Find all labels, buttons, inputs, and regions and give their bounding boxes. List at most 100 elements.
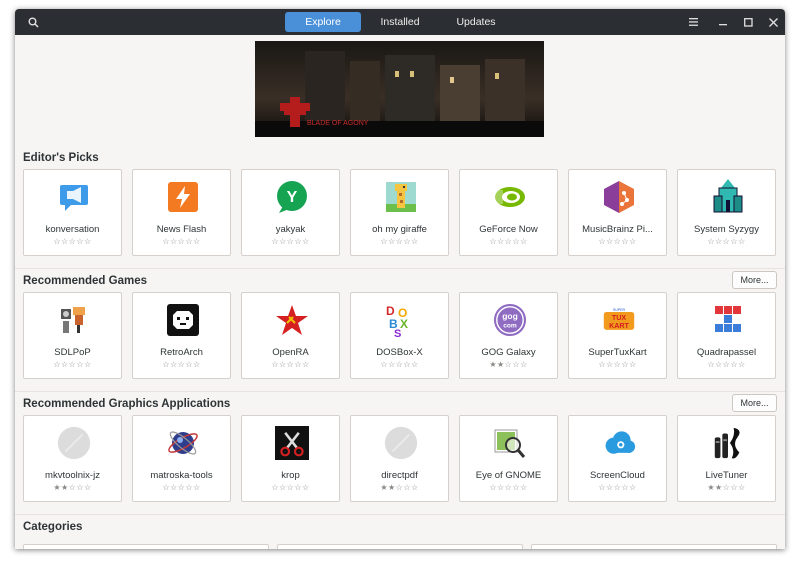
category-card[interactable] (277, 544, 523, 549)
rating-stars: ☆☆☆☆☆ (162, 360, 201, 369)
banner-logo-text: BLADE OF AGONY (307, 120, 369, 127)
maximize-icon[interactable] (740, 9, 756, 35)
placeholder-app-icon (57, 426, 91, 460)
section-divider (15, 268, 785, 269)
category-card[interactable] (531, 544, 777, 549)
svg-text:KART: KART (609, 322, 629, 330)
nvidia-icon (493, 180, 527, 214)
app-name: MusicBrainz Pi... (582, 224, 653, 235)
explore-page: BLADE OF AGONY Editor's Picks konversati… (15, 35, 785, 549)
app-name: krop (281, 470, 300, 481)
app-card-retroarch[interactable]: RetroArch ☆☆☆☆☆ (132, 292, 231, 379)
rating-stars: ★★☆☆☆ (380, 483, 419, 492)
search-icon[interactable] (23, 9, 43, 35)
app-name: konversation (45, 224, 100, 235)
app-name: Eye of GNOME (475, 470, 542, 481)
app-card-krop[interactable]: krop ☆☆☆☆☆ (241, 415, 340, 502)
rating-stars: ★★☆☆☆ (489, 360, 528, 369)
tab-updates[interactable]: Updates (439, 12, 513, 32)
section-title-editors-picks: Editor's Picks (23, 152, 99, 164)
app-card-konversation[interactable]: konversation ☆☆☆☆☆ (23, 169, 122, 256)
featured-banner[interactable]: BLADE OF AGONY (255, 41, 544, 137)
app-name: OpenRA (272, 347, 309, 358)
app-card-quadrapassel[interactable]: Quadrapassel ☆☆☆☆☆ (677, 292, 776, 379)
minimize-icon[interactable] (715, 9, 731, 35)
system-syzygy-icon (711, 179, 745, 214)
quadrapassel-icon (711, 303, 745, 337)
app-card-yakyak[interactable]: Y yakyak ☆☆☆☆☆ (241, 169, 340, 256)
app-name: RetroArch (160, 347, 203, 358)
rating-stars: ★★☆☆☆ (707, 483, 746, 492)
tab-explore[interactable]: Explore (285, 12, 361, 32)
app-name: yakyak (275, 224, 306, 235)
menu-icon[interactable] (685, 9, 701, 35)
app-card-eye-of-gnome[interactable]: Eye of GNOME ☆☆☆☆☆ (459, 415, 558, 502)
app-name: ScreenCloud (590, 470, 645, 481)
krop-icon (275, 426, 309, 460)
svg-text:com: com (503, 323, 517, 330)
svg-text:SUPER: SUPER (613, 308, 626, 312)
rating-stars: ★★☆☆☆ (53, 483, 92, 492)
app-card-livetuner[interactable]: LiveTuner ★★☆☆☆ (677, 415, 776, 502)
app-card-mkvtoolnix-jz[interactable]: mkvtoolnix-jz ★★☆☆☆ (23, 415, 122, 502)
app-name: oh my giraffe (372, 224, 427, 235)
svg-text:gog: gog (502, 311, 518, 321)
rating-stars: ☆☆☆☆☆ (707, 360, 746, 369)
rating-stars: ☆☆☆☆☆ (162, 483, 201, 492)
app-card-musicbrainz-picard[interactable]: MusicBrainz Pi... ☆☆☆☆☆ (568, 169, 667, 256)
rating-stars: ☆☆☆☆☆ (53, 237, 92, 246)
rating-stars: ☆☆☆☆☆ (162, 237, 201, 246)
sdlpop-icon (57, 303, 91, 337)
rating-stars: ☆☆☆☆☆ (271, 360, 310, 369)
rating-stars: ☆☆☆☆☆ (489, 483, 528, 492)
retroarch-icon (166, 303, 200, 337)
section-divider (15, 391, 785, 392)
close-icon[interactable] (765, 9, 781, 35)
rating-stars: ☆☆☆☆☆ (598, 237, 637, 246)
screencloud-icon (602, 426, 636, 460)
rating-stars: ☆☆☆☆☆ (380, 360, 419, 369)
header-bar: Explore Installed Updates (15, 9, 785, 35)
category-card[interactable] (23, 544, 269, 549)
section-divider (15, 514, 785, 515)
placeholder-app-icon (384, 426, 418, 460)
tab-installed[interactable]: Installed (363, 12, 437, 32)
app-name: Quadrapassel (696, 347, 757, 358)
svg-text:Y: Y (287, 189, 298, 206)
section-title-categories: Categories (23, 521, 83, 533)
app-name: News Flash (156, 224, 207, 235)
app-card-news-flash[interactable]: News Flash ☆☆☆☆☆ (132, 169, 231, 256)
app-name: directpdf (381, 470, 418, 481)
more-graphics-button[interactable]: More... (732, 394, 777, 412)
yakyak-icon: Y (275, 180, 309, 214)
app-card-dosbox-x[interactable]: DOBXS DOSBox-X ☆☆☆☆☆ (350, 292, 449, 379)
more-games-button[interactable]: More... (732, 271, 777, 289)
supertuxkart-icon: TUX KART SUPER (602, 303, 636, 337)
app-card-geforce-now[interactable]: GeForce Now ☆☆☆☆☆ (459, 169, 558, 256)
app-name: LiveTuner (705, 470, 748, 481)
app-name: GeForce Now (479, 224, 538, 235)
matroska-icon (166, 426, 200, 460)
svg-text:TUX: TUX (612, 314, 627, 322)
app-card-oh-my-giraffe[interactable]: oh my giraffe ☆☆☆☆☆ (350, 169, 449, 256)
section-title-recommended-graphics: Recommended Graphics Applications (23, 398, 231, 410)
app-card-screencloud[interactable]: ScreenCloud ☆☆☆☆☆ (568, 415, 667, 502)
app-card-sdlpop[interactable]: SDLPoP ☆☆☆☆☆ (23, 292, 122, 379)
dosbox-icon: DOBXS (384, 303, 418, 337)
rating-stars: ☆☆☆☆☆ (598, 483, 637, 492)
app-card-openra[interactable]: OpenRA ☆☆☆☆☆ (241, 292, 340, 379)
eye-of-gnome-icon (493, 426, 527, 460)
app-card-matroska-tools[interactable]: matroska-tools ☆☆☆☆☆ (132, 415, 231, 502)
app-window: Explore Installed Updates BLADE OF AGONY… (15, 9, 785, 549)
app-card-system-syzygy[interactable]: System Syzygy ☆☆☆☆☆ (677, 169, 776, 256)
app-card-supertuxkart[interactable]: TUX KART SUPER SuperTuxKart ☆☆☆☆☆ (568, 292, 667, 379)
app-card-directpdf[interactable]: directpdf ★★☆☆☆ (350, 415, 449, 502)
livetuner-icon (711, 426, 745, 460)
konversation-icon (57, 180, 91, 214)
openra-icon (275, 303, 309, 337)
rating-stars: ☆☆☆☆☆ (271, 483, 310, 492)
musicbrainz-icon (602, 180, 636, 214)
rating-stars: ☆☆☆☆☆ (380, 237, 419, 246)
app-name: SuperTuxKart (588, 347, 647, 358)
app-card-gog-galaxy[interactable]: gog com GOG Galaxy ★★☆☆☆ (459, 292, 558, 379)
